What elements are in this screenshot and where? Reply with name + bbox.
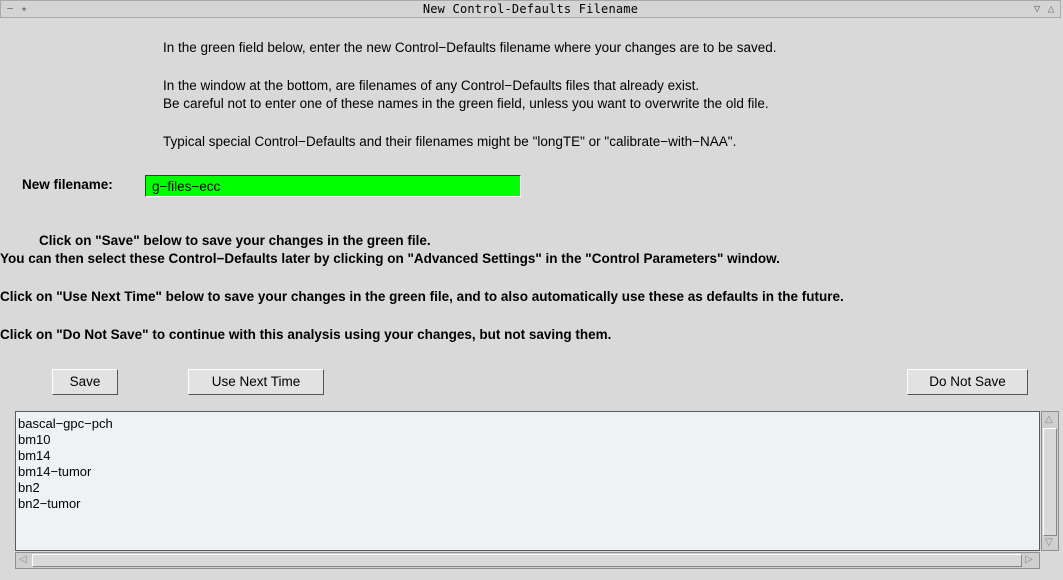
existing-files-list[interactable]: bascal−gpc−pch bm10 bm14 bm14−tumor bn2 …	[15, 411, 1040, 551]
intro-line-2: In the window at the bottom, are filenam…	[163, 78, 700, 93]
maximize-icon[interactable]: △	[1044, 2, 1058, 16]
do-not-save-button[interactable]: Do Not Save	[907, 369, 1028, 395]
new-filename-input[interactable]	[145, 175, 521, 197]
window-title: New Control-Defaults Filename	[422, 2, 639, 16]
minimize-icon[interactable]: ▽	[1030, 2, 1044, 16]
intro-line-4: Typical special Control−Defaults and the…	[163, 134, 737, 149]
list-item[interactable]: bn2	[18, 480, 1037, 496]
scroll-right-icon[interactable]: ▷	[1025, 555, 1033, 565]
vertical-scrollbar[interactable]: △ ▽	[1041, 411, 1059, 551]
use-next-time-button[interactable]: Use Next Time	[188, 369, 324, 395]
list-item[interactable]: bm10	[18, 432, 1037, 448]
list-item[interactable]: bm14−tumor	[18, 464, 1037, 480]
scroll-up-icon[interactable]: △	[1045, 415, 1053, 425]
list-item[interactable]: bn2−tumor	[18, 496, 1037, 512]
save-instruction: Click on "Save" below to save your chang…	[39, 233, 431, 248]
use-next-time-instruction: Click on "Use Next Time" below to save y…	[0, 289, 844, 304]
list-item[interactable]: bm14	[18, 448, 1037, 464]
list-item[interactable]: bascal−gpc−pch	[18, 416, 1037, 432]
new-filename-label: New filename:	[22, 177, 113, 192]
scroll-left-icon[interactable]: ◁	[19, 555, 27, 565]
horizontal-scroll-thumb[interactable]	[32, 554, 1022, 567]
scroll-down-icon[interactable]: ▽	[1045, 538, 1053, 548]
select-instruction: You can then select these Control−Defaul…	[0, 251, 780, 266]
horizontal-scrollbar[interactable]: ◁ ▷	[15, 552, 1040, 569]
title-bar: − ✦ New Control-Defaults Filename ▽ △	[0, 0, 1061, 18]
save-button[interactable]: Save	[52, 369, 118, 395]
intro-line-1: In the green field below, enter the new …	[163, 40, 777, 55]
intro-line-3: Be careful not to enter one of these nam…	[163, 96, 769, 111]
do-not-save-instruction: Click on "Do Not Save" to continue with …	[0, 327, 612, 342]
vertical-scroll-thumb[interactable]	[1043, 428, 1057, 536]
